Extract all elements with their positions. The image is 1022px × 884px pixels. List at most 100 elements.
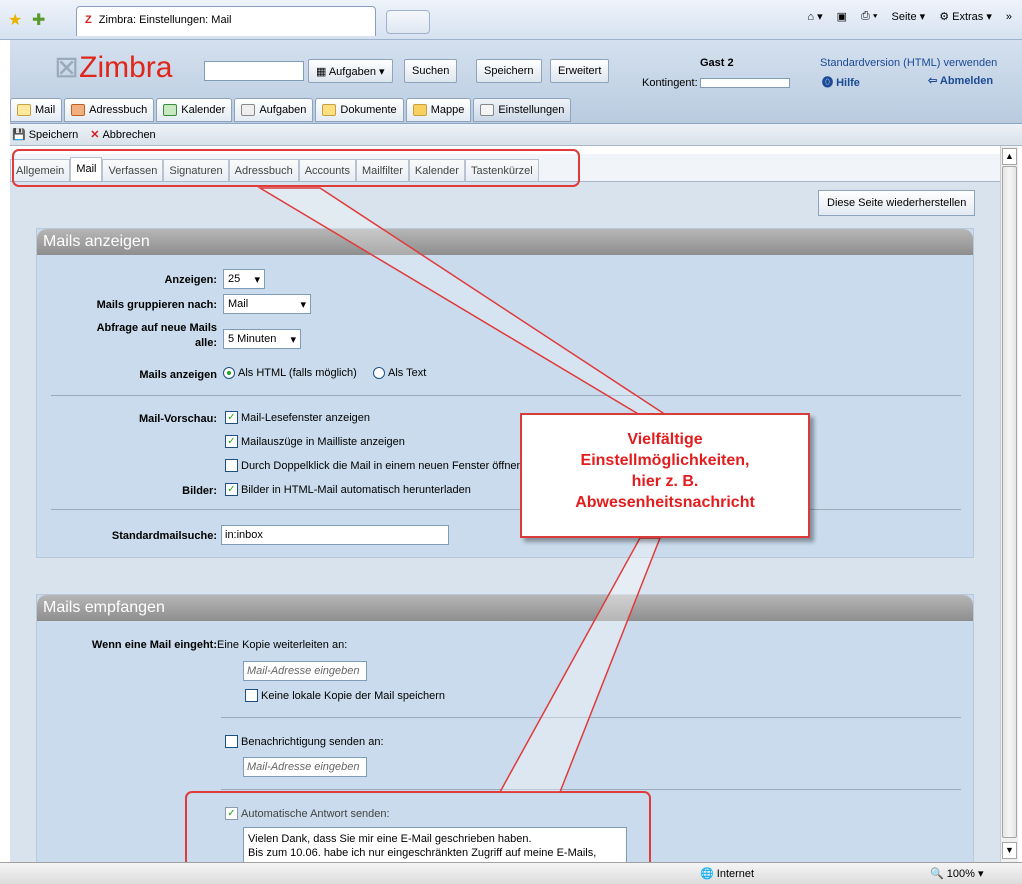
scroll-down-icon[interactable]: ▼ xyxy=(1002,842,1017,859)
search-button[interactable]: Suchen xyxy=(404,59,458,83)
browser-tab[interactable]: Z Zimbra: Einstellungen: Mail xyxy=(76,6,376,36)
tab-accounts[interactable]: Accounts xyxy=(298,159,356,181)
print-icon[interactable]: ⎙ ▾ xyxy=(861,10,877,23)
format-html-radio[interactable]: Als HTML (falls möglich) xyxy=(223,367,357,379)
divider xyxy=(221,717,961,718)
feeds-icon[interactable]: ▣ xyxy=(837,10,847,23)
zimbra-logo: ⊠Zimbra xyxy=(54,51,173,84)
show-count-select[interactable]: 25 ▾ xyxy=(223,269,265,289)
add-favorites-icon[interactable]: ✚ xyxy=(32,10,45,30)
scroll-thumb[interactable] xyxy=(1002,166,1017,838)
quota: Kontingent: xyxy=(642,77,790,89)
save-icon: 💾 xyxy=(12,129,26,141)
zoom-control[interactable]: 🔍 100% ▾ xyxy=(930,867,983,880)
callout-box: Vielfältige Einstellmöglichkeiten, hier … xyxy=(520,413,810,538)
favorites-star-icon[interactable]: ★ xyxy=(8,10,22,30)
checkbox-checked: ✓ xyxy=(225,807,238,820)
new-tab-button[interactable] xyxy=(386,10,430,34)
auto-reply-line: Vielen Dank, dass Sie mir eine E-Mail ge… xyxy=(248,833,532,845)
poll-interval-label: Abfrage auf neue Mails alle: xyxy=(96,322,217,349)
notify-address-input[interactable]: Mail-Adresse eingeben xyxy=(243,757,367,777)
tab-signatures[interactable]: Signaturen xyxy=(163,159,229,181)
format-text-radio[interactable]: Als Text xyxy=(373,367,426,379)
images-label: Bilder: xyxy=(182,485,217,497)
chevron-more-icon[interactable]: » xyxy=(1006,11,1012,23)
vertical-scrollbar[interactable]: ▲ ▼ xyxy=(1000,146,1018,862)
display-format-label: Mails anzeigen xyxy=(139,369,217,381)
extras-menu[interactable]: ⚙ Extras ▾ xyxy=(939,10,992,23)
tab-general[interactable]: Allgemein xyxy=(10,159,71,181)
tab-addressbook-settings[interactable]: Adressbuch xyxy=(228,159,299,181)
section-title: Mails anzeigen xyxy=(37,229,973,255)
scroll-up-icon[interactable]: ▲ xyxy=(1002,148,1017,165)
callout-text: Abwesenheitsnachricht xyxy=(575,494,755,511)
notify-checkbox[interactable]: Benachrichtigung senden an: xyxy=(225,735,384,748)
checkbox-unchecked xyxy=(225,459,238,472)
search-input[interactable] xyxy=(204,61,304,81)
forward-address-input[interactable]: Mail-Adresse eingeben xyxy=(243,661,367,681)
save-button[interactable]: 💾 Speichern xyxy=(12,128,78,142)
advanced-search-button[interactable]: Erweitert xyxy=(550,59,610,83)
tab-mail-filters[interactable]: Mailfilter xyxy=(355,159,409,181)
chevron-down-icon: ▾ xyxy=(290,333,296,346)
checkbox-checked: ✓ xyxy=(225,435,238,448)
no-local-copy-checkbox[interactable]: Keine lokale Kopie der Mail speichern xyxy=(245,689,445,702)
callout-text: hier z. B. xyxy=(631,473,699,490)
search-type-dropdown[interactable]: ▦ Aufgaben ▾ xyxy=(308,59,393,83)
tab-calendar[interactable]: Kalender xyxy=(156,98,233,122)
contacts-icon xyxy=(71,104,86,116)
auto-reply-line: Bis zum 10.06. habe ich nur eingeschränk… xyxy=(248,847,597,859)
images-checkbox[interactable]: ✓ Bilder in HTML-Mail automatisch herunte… xyxy=(225,483,471,496)
callout-text: Einstellmöglichkeiten, xyxy=(580,452,750,469)
tab-tasks[interactable]: Aufgaben xyxy=(234,98,314,122)
auto-reply-checkbox[interactable]: ✓ Automatische Antwort senden: xyxy=(225,807,390,820)
tab-mail[interactable]: Mail xyxy=(10,98,63,122)
security-zone: 🌐 Internet xyxy=(700,868,755,880)
preferences-icon xyxy=(480,104,495,116)
section-title: Mails empfangen xyxy=(37,595,973,621)
documents-icon xyxy=(322,104,337,116)
poll-interval-select[interactable]: 5 Minuten ▾ xyxy=(223,329,301,349)
tab-documents[interactable]: Dokumente xyxy=(315,98,404,122)
settings-panel: Allgemein Mail Verfassen Signaturen Adre… xyxy=(10,146,1000,862)
tab-shortcuts[interactable]: Tastenkürzel xyxy=(464,159,539,181)
logout-link[interactable]: ⇦ Abmelden xyxy=(928,74,993,87)
chevron-down-icon: ▾ xyxy=(254,273,260,286)
preview-pane-checkbox[interactable]: ✓ Mail-Lesefenster anzeigen xyxy=(225,411,370,424)
browser-toolbar: ★ ✚ Z Zimbra: Einstellungen: Mail ⌂ ▾ ▣ … xyxy=(0,0,1022,40)
browser-status-bar: 🌐 Internet 🔍 100% ▾ xyxy=(0,862,1022,884)
double-click-checkbox[interactable]: Durch Doppelklick die Mail in einem neue… xyxy=(225,459,523,472)
help-link[interactable]: ⓿ Hilfe xyxy=(822,74,860,90)
quota-bar xyxy=(699,78,790,89)
radio-unselected xyxy=(373,367,385,379)
divider xyxy=(51,509,961,510)
cancel-button[interactable]: ✕ Abbrechen xyxy=(90,128,155,142)
preferences-toolbar: 💾 Speichern ✕ Abbrechen xyxy=(10,124,1022,146)
cancel-icon: ✕ xyxy=(90,129,100,141)
tab-compose[interactable]: Verfassen xyxy=(102,159,164,181)
save-search-button[interactable]: Speichern xyxy=(476,59,542,83)
standard-version-link[interactable]: Standardversion (HTML) verwenden xyxy=(820,57,997,69)
tab-mail-settings[interactable]: Mail xyxy=(70,157,103,181)
group-by-select[interactable]: Mail ▾ xyxy=(223,294,311,314)
browser-tab-title: Zimbra: Einstellungen: Mail xyxy=(98,14,232,26)
calendar-icon xyxy=(163,104,178,116)
tab-preferences[interactable]: Einstellungen xyxy=(473,98,572,122)
tab-calendar-settings[interactable]: Kalender xyxy=(408,159,465,181)
tab-briefcase[interactable]: Mappe xyxy=(405,98,472,122)
divider xyxy=(51,395,961,396)
default-search-input[interactable]: in:inbox xyxy=(221,525,449,545)
group-by-label: Mails gruppieren nach: xyxy=(96,299,217,311)
on-receive-label: Wenn eine Mail eingeht: xyxy=(91,639,217,651)
checkbox-unchecked xyxy=(245,689,258,702)
page-menu[interactable]: Seite ▾ xyxy=(892,10,926,23)
app-tabs: Mail Adressbuch Kalender Aufgaben Dokume… xyxy=(10,98,572,122)
auto-reply-message[interactable]: Vielen Dank, dass Sie mir eine E-Mail ge… xyxy=(243,827,627,862)
snippets-checkbox[interactable]: ✓ Mailauszüge in Mailliste anzeigen xyxy=(225,435,405,448)
restore-defaults-button[interactable]: Diese Seite wiederherstellen xyxy=(818,190,976,216)
divider xyxy=(221,789,961,790)
home-icon[interactable]: ⌂ ▾ xyxy=(807,10,822,23)
radio-selected xyxy=(223,367,235,379)
zimbra-favicon-icon: Z xyxy=(85,14,92,26)
tab-addressbook[interactable]: Adressbuch xyxy=(64,98,155,122)
